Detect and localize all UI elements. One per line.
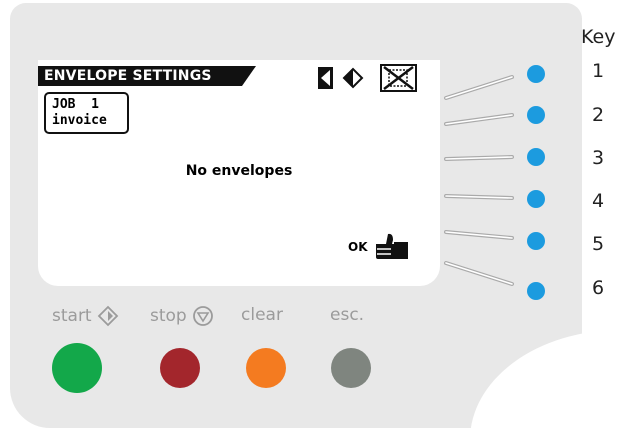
start-label: start bbox=[52, 305, 119, 327]
stop-button[interactable] bbox=[160, 348, 200, 388]
key-label-3: 3 bbox=[592, 147, 605, 169]
stop-label-text: stop bbox=[150, 306, 187, 326]
status-message: No envelopes bbox=[185, 163, 293, 179]
start-button[interactable] bbox=[52, 343, 102, 393]
side-key-3[interactable] bbox=[527, 148, 545, 166]
side-key-4[interactable] bbox=[527, 190, 545, 208]
job-box: JOB 1 invoice bbox=[44, 92, 129, 134]
job-number: JOB 1 bbox=[52, 97, 99, 112]
key-label-2: 2 bbox=[592, 104, 605, 126]
esc-label-text: esc. bbox=[330, 305, 365, 325]
esc-button[interactable] bbox=[331, 348, 371, 388]
start-diamond-icon bbox=[97, 305, 118, 327]
side-key-2[interactable] bbox=[527, 106, 545, 124]
side-key-5[interactable] bbox=[527, 232, 545, 250]
status-icons bbox=[318, 64, 418, 92]
clear-label: clear bbox=[241, 305, 283, 325]
crossed-out-icon bbox=[380, 64, 417, 92]
esc-label: esc. bbox=[330, 305, 364, 325]
key-header: Key bbox=[581, 26, 616, 48]
left-arrow-icon bbox=[318, 67, 333, 89]
ok-label: OK bbox=[348, 240, 368, 254]
side-key-6[interactable] bbox=[527, 282, 545, 300]
thumbs-up-icon bbox=[376, 233, 408, 259]
key-label-1: 1 bbox=[592, 60, 605, 82]
job-name: invoice bbox=[52, 113, 107, 128]
key-label-4: 4 bbox=[592, 190, 605, 212]
key-label-5: 5 bbox=[592, 233, 605, 255]
stop-triangle-icon bbox=[192, 306, 213, 326]
clear-button[interactable] bbox=[246, 348, 286, 388]
single-sided-icon bbox=[342, 67, 364, 89]
clear-label-text: clear bbox=[241, 305, 283, 325]
screen-title: ENVELOPE SETTINGS bbox=[38, 66, 256, 86]
side-key-1[interactable] bbox=[527, 65, 545, 83]
lcd-screen: ENVELOPE SETTINGS JOB 1 invoice No envel… bbox=[38, 60, 440, 286]
key-label-6: 6 bbox=[592, 277, 605, 299]
stop-label: stop bbox=[150, 305, 214, 327]
start-label-text: start bbox=[52, 306, 92, 326]
